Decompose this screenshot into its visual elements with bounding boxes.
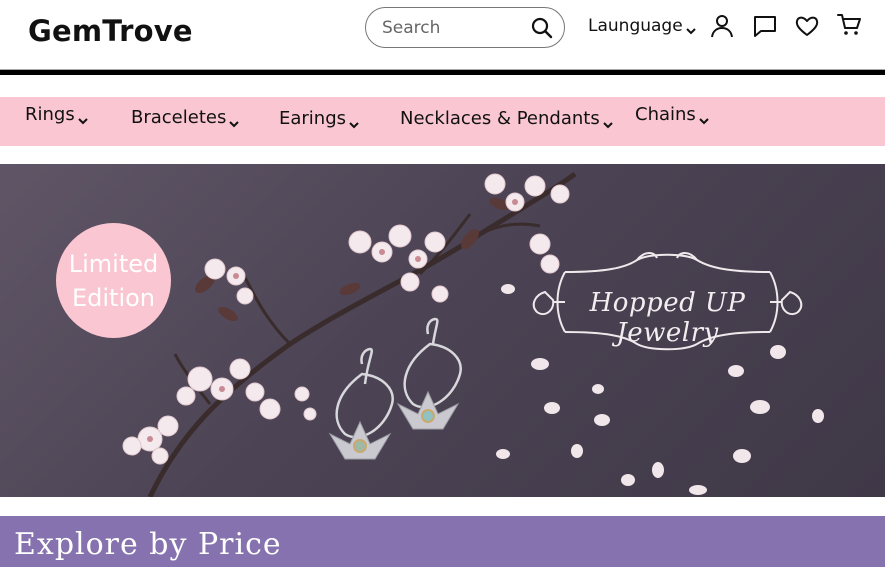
- chat-icon[interactable]: [752, 13, 778, 39]
- category-nav: Rings Braceletes Earings Necklaces & Pen…: [0, 97, 885, 146]
- chevron-down-icon: [603, 114, 613, 128]
- nav-item-label: Necklaces & Pendants: [400, 108, 600, 129]
- nav-item-chains[interactable]: Chains: [635, 104, 709, 125]
- badge-line1: Limited: [68, 249, 159, 278]
- section-title: Explore by Price: [14, 527, 282, 562]
- search-icon[interactable]: [530, 16, 554, 40]
- nav-item-label: Braceletes: [131, 107, 227, 128]
- nav-item-label: Rings: [25, 104, 75, 125]
- limited-edition-badge[interactable]: Limited Edition: [56, 223, 171, 338]
- header-divider: [0, 69, 885, 75]
- language-label: Launguage: [588, 16, 683, 36]
- brand-text: Hopped UP Jewelry: [589, 288, 746, 348]
- chevron-down-icon: [229, 113, 240, 127]
- language-dropdown[interactable]: Launguage: [588, 16, 696, 36]
- nav-item-label: Chains: [635, 104, 696, 125]
- chevron-down-icon: [349, 114, 359, 128]
- nav-item-rings[interactable]: Rings: [25, 104, 88, 125]
- badge-line2: Edition: [71, 283, 156, 312]
- chevron-down-icon: [78, 110, 88, 124]
- nav-item-necklaces-pendants[interactable]: Necklaces & Pendants: [400, 108, 613, 129]
- nav-item-label: Earings: [279, 108, 347, 129]
- user-icon[interactable]: [709, 13, 735, 39]
- site-logo[interactable]: GemTrove: [28, 14, 193, 48]
- explore-by-price-section: Explore by Price: [0, 516, 885, 567]
- search-box[interactable]: [365, 7, 565, 48]
- chevron-down-icon: [699, 110, 709, 124]
- search-input[interactable]: [382, 17, 527, 39]
- chevron-down-icon: [685, 21, 696, 35]
- nav-item-earrings[interactable]: Earings: [279, 108, 359, 129]
- nav-item-bracelets[interactable]: Braceletes: [131, 107, 240, 128]
- cart-icon[interactable]: [836, 11, 862, 37]
- site-header: GemTrove Launguage: [0, 0, 885, 70]
- heart-icon[interactable]: [794, 13, 820, 39]
